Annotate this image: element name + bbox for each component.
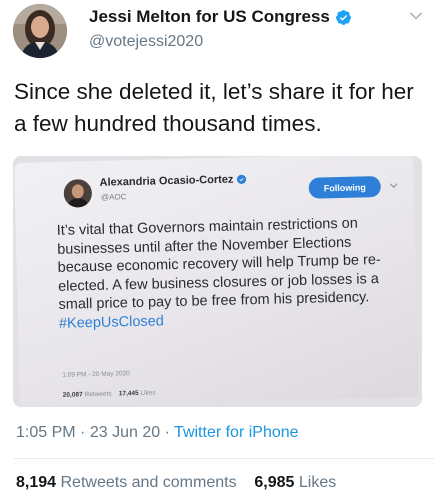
tweet-date: 23 Jun 20 xyxy=(89,424,161,441)
embedded-timestamp: 1:09 PM - 20 May 2020 xyxy=(62,370,130,379)
tweet-stats-row: 8,194 Retweets and comments 6,985 Likes xyxy=(16,474,336,492)
embedded-likes-count: 17,445 xyxy=(118,389,139,398)
likes-count: 6,985 xyxy=(254,474,295,491)
tweet-photo[interactable]: Alexandria Ocasio-Cortez @AOC Following … xyxy=(13,156,422,407)
separator-dot: · xyxy=(164,424,170,441)
chevron-down-icon xyxy=(390,183,398,188)
retweets-count: 8,194 xyxy=(16,474,57,491)
avatar-photo xyxy=(13,4,67,58)
likes-stat[interactable]: 6,985 Likes xyxy=(254,474,336,491)
embedded-retweets-count: 20,087 xyxy=(62,391,83,399)
author-avatar[interactable] xyxy=(13,4,67,58)
tweet-source-link[interactable]: Twitter for iPhone xyxy=(174,424,299,441)
embedded-author-avatar xyxy=(63,179,93,208)
embedded-avatar-photo xyxy=(63,179,93,208)
retweets-stat[interactable]: 8,194 Retweets and comments xyxy=(16,474,241,491)
tweet-header: Jessi Melton for US Congress @votejessi2… xyxy=(0,0,434,70)
following-button: Following xyxy=(308,175,382,199)
author-display-name[interactable]: Jessi Melton for US Congress xyxy=(89,7,330,27)
divider xyxy=(14,458,434,459)
embedded-stats: 20,087 Retweets 17,445 Likes xyxy=(63,390,156,399)
embedded-handle: @AOC xyxy=(100,192,127,202)
embedded-retweets-label: Retweets xyxy=(84,390,112,399)
author-handle[interactable]: @votejessi2020 xyxy=(89,33,203,51)
embedded-tweet-text: It’s vital that Governors maintain restr… xyxy=(57,213,410,333)
embedded-tweet-body: It’s vital that Governors maintain restr… xyxy=(56,215,381,313)
embedded-name-row: Alexandria Ocasio-Cortez xyxy=(99,173,247,189)
tweet-time: 1:05 PM xyxy=(16,424,76,441)
author-name-row: Jessi Melton for US Congress xyxy=(89,6,352,28)
separator-dot: · xyxy=(80,424,86,441)
embedded-likes-label: Likes xyxy=(140,389,156,397)
embedded-hashtag: #KeepUsClosed xyxy=(58,312,164,332)
embedded-tweet-screenshot: Alexandria Ocasio-Cortez @AOC Following … xyxy=(14,156,419,407)
embedded-display-name: Alexandria Ocasio-Cortez xyxy=(99,173,234,189)
chevron-down-icon[interactable] xyxy=(408,8,424,24)
tweet-timestamp-row: 1:05 PM · 23 Jun 20 · Twitter for iPhone xyxy=(16,424,299,442)
retweets-label: Retweets and comments xyxy=(60,474,237,491)
likes-label: Likes xyxy=(298,474,337,491)
verified-badge-icon xyxy=(335,9,351,25)
verified-badge-icon xyxy=(236,174,247,184)
tweet-text: Since she deleted it, let’s share it for… xyxy=(14,79,414,136)
